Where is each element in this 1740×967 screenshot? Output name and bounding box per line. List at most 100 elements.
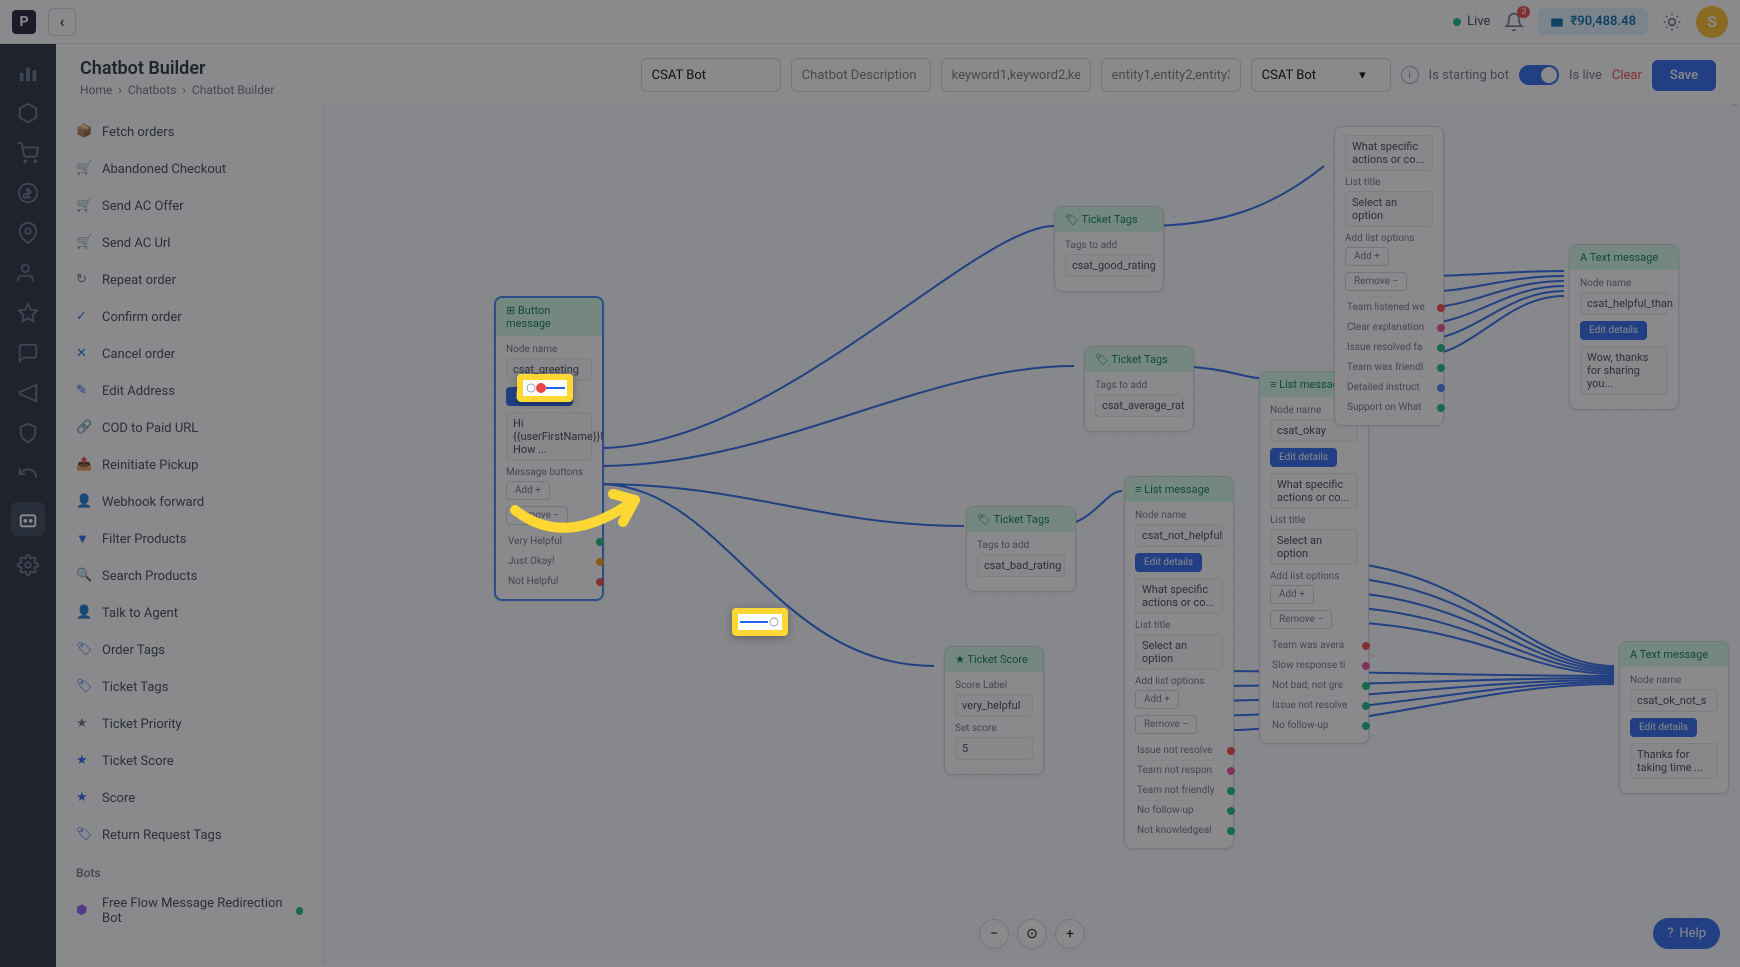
panel-item-5[interactable]: ✓Confirm order xyxy=(64,299,315,336)
entities-input[interactable] xyxy=(1101,58,1241,92)
zoom-reset-button[interactable]: ⊙ xyxy=(1017,919,1047,949)
live-dot-icon xyxy=(1453,18,1461,26)
panel-item-15[interactable]: 🏷Ticket Tags xyxy=(64,669,315,706)
bots-section-label: Bots xyxy=(64,854,315,886)
nav-bot-icon[interactable] xyxy=(11,502,45,536)
panel-item-17[interactable]: ★Ticket Score xyxy=(64,743,315,780)
notif-badge: 3 xyxy=(1517,6,1530,18)
node-ticket-score[interactable]: ★ Ticket Score Score Label very_helpful … xyxy=(944,646,1044,775)
panel-item-6[interactable]: ✕Cancel order xyxy=(64,336,315,373)
bot-name-input[interactable] xyxy=(641,58,781,92)
tutorial-arrow-icon xyxy=(505,470,665,560)
zoom-controls: − ⊙ + xyxy=(979,919,1085,949)
bot-desc-input[interactable] xyxy=(791,58,931,92)
node-helpful-thanks[interactable]: A Text message Node name csat_helpful_th… xyxy=(1569,244,1679,410)
crumb-home[interactable]: Home xyxy=(80,83,112,97)
wallet-icon xyxy=(1550,15,1564,29)
wallet-balance[interactable]: ₹90,488.48 xyxy=(1538,8,1648,35)
info-icon[interactable]: i xyxy=(1401,66,1419,84)
is-live-label: Is live xyxy=(1569,68,1602,83)
nav-cart-icon[interactable] xyxy=(17,142,39,164)
nav-settings-icon[interactable] xyxy=(17,554,39,576)
nav-shield-icon[interactable] xyxy=(17,422,39,444)
node-type-label: ⊞ Button message xyxy=(496,298,602,336)
panel-item-icon: 👤 xyxy=(76,605,92,621)
panel-item-icon: 🔗 xyxy=(76,420,92,436)
panel-item-14[interactable]: 🏷Order Tags xyxy=(64,632,315,669)
panel-item-icon: 🛒 xyxy=(76,161,92,177)
zoom-in-button[interactable]: + xyxy=(1055,919,1085,949)
panel-item-icon: 🛒 xyxy=(76,198,92,214)
nav-users-icon[interactable] xyxy=(17,262,39,284)
panel-item-icon: ★ xyxy=(76,716,92,732)
clear-button[interactable]: Clear xyxy=(1612,68,1642,83)
panel-item-16[interactable]: ★Ticket Priority xyxy=(64,706,315,743)
panel-item-8[interactable]: 🔗COD to Paid URL xyxy=(64,410,315,447)
save-button[interactable]: Save xyxy=(1652,60,1716,91)
keywords-input[interactable] xyxy=(941,58,1091,92)
bot-item-icon: ⬢ xyxy=(76,903,92,919)
node-helpful-list[interactable]: What specific actions or co... List titl… xyxy=(1334,126,1444,426)
user-avatar[interactable]: S xyxy=(1696,6,1728,38)
highlight-connector-1 xyxy=(517,374,573,402)
help-icon: ? xyxy=(1667,926,1673,941)
page-header: Chatbot Builder Home › Chatbots › Chatbo… xyxy=(56,44,1740,106)
panel-item-13[interactable]: 👤Talk to Agent xyxy=(64,595,315,632)
connector-icon xyxy=(525,381,565,395)
page-title: Chatbot Builder xyxy=(80,58,274,79)
panel-item-2[interactable]: 🛒Send AC Offer xyxy=(64,188,315,225)
panel-item-icon: 🛒 xyxy=(76,235,92,251)
nav-cube-icon[interactable] xyxy=(17,102,39,124)
opt-not-helpful[interactable]: Not Helpful xyxy=(506,571,592,591)
panel-item-icon: ★ xyxy=(76,790,92,806)
panel-item-0[interactable]: 📦Fetch orders xyxy=(64,114,315,151)
panel-item-19[interactable]: 🏷Return Request Tags xyxy=(64,817,315,854)
panel-item-icon: ▼ xyxy=(76,531,92,547)
starting-bot-label: Is starting bot xyxy=(1429,68,1509,83)
panel-item-icon: 🏷 xyxy=(76,827,92,843)
panel-item-10[interactable]: 👤Webhook forward xyxy=(64,484,315,521)
brand-logo[interactable]: P xyxy=(12,10,36,34)
panel-item-1[interactable]: 🛒Abandoned Checkout xyxy=(64,151,315,188)
node-not-helpful[interactable]: ≡ List message Node name csat_not_helpfu… xyxy=(1124,476,1234,849)
nav-dollar-icon[interactable] xyxy=(17,182,39,204)
nav-analytics-icon[interactable] xyxy=(17,62,39,84)
notifications-button[interactable]: 3 xyxy=(1504,12,1524,32)
left-panel[interactable]: 📦Fetch orders🛒Abandoned Checkout🛒Send AC… xyxy=(56,106,324,965)
panel-item-icon: 📦 xyxy=(76,124,92,140)
node-okay[interactable]: ≡ List message Node name csat_okay Edit … xyxy=(1259,371,1369,744)
nav-undo-icon[interactable] xyxy=(17,462,39,484)
theme-toggle-icon[interactable] xyxy=(1662,12,1682,32)
panel-item-11[interactable]: ▼Filter Products xyxy=(64,521,315,558)
breadcrumb: Home › Chatbots › Chatbot Builder xyxy=(80,83,274,97)
panel-item-4[interactable]: ↻Repeat order xyxy=(64,262,315,299)
live-status: Live xyxy=(1453,14,1490,29)
bot-select[interactable]: CSAT Bot▾ xyxy=(1251,58,1391,92)
node-bad-tag[interactable]: 🏷 Ticket Tags Tags to addcsat_bad_rating xyxy=(966,506,1076,592)
panel-item-icon: ↻ xyxy=(76,272,92,288)
panel-item-7[interactable]: ✎Edit Address xyxy=(64,373,315,410)
zoom-out-button[interactable]: − xyxy=(979,919,1009,949)
panel-item-18[interactable]: ★Score xyxy=(64,780,315,817)
node-good-tag[interactable]: 🏷 Ticket Tags Tags to addcsat_good_ratin… xyxy=(1054,206,1164,292)
back-button[interactable]: ‹ xyxy=(48,8,76,36)
side-nav xyxy=(0,44,56,967)
nav-chat-icon[interactable] xyxy=(17,342,39,364)
help-button[interactable]: ?Help xyxy=(1653,918,1720,949)
nav-megaphone-icon[interactable] xyxy=(17,382,39,404)
panel-bot-item[interactable]: ⬢ Free Flow Message Redirection Bot xyxy=(64,886,315,937)
connector-icon xyxy=(740,615,780,629)
nav-star-icon[interactable] xyxy=(17,302,39,324)
panel-item-icon: 📤 xyxy=(76,457,92,473)
node-avg-tag[interactable]: 🏷 Ticket Tags Tags to addcsat_average_ra… xyxy=(1084,346,1194,432)
panel-item-icon: 👤 xyxy=(76,494,92,510)
crumb-chatbots[interactable]: Chatbots xyxy=(128,83,177,97)
panel-item-12[interactable]: 🔍Search Products xyxy=(64,558,315,595)
panel-item-icon: 🏷 xyxy=(76,642,92,658)
nav-pin-icon[interactable] xyxy=(17,222,39,244)
node-ok-not-thanks[interactable]: A Text message Node name csat_ok_not_s E… xyxy=(1619,641,1729,794)
live-toggle[interactable] xyxy=(1519,65,1559,85)
main: Chatbot Builder Home › Chatbots › Chatbo… xyxy=(56,44,1740,967)
panel-item-9[interactable]: 📤Reinitiate Pickup xyxy=(64,447,315,484)
panel-item-3[interactable]: 🛒Send AC Url xyxy=(64,225,315,262)
